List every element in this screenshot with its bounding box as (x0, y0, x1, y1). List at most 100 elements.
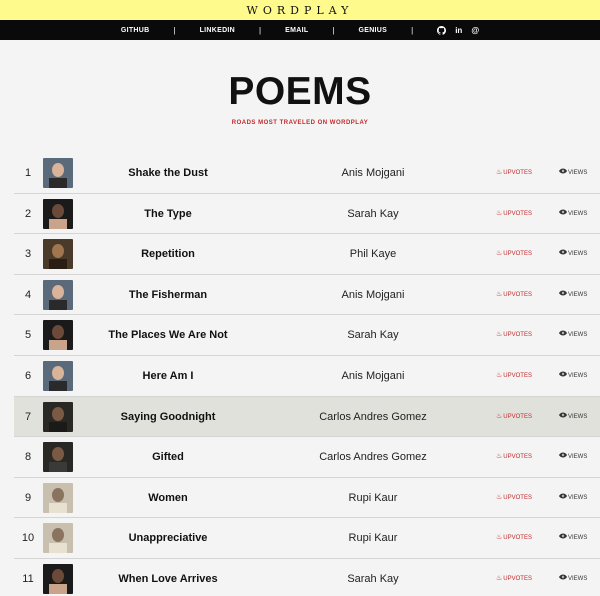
poem-title[interactable]: When Love Arrives (74, 559, 262, 596)
top-nav: GITHUB | LINKEDIN | EMAIL | GENIUS | in … (0, 20, 600, 40)
poem-rank: 9 (24, 491, 32, 504)
github-icon[interactable] (437, 25, 447, 35)
poem-row[interactable]: 8 Gifted Carlos Andres Gomez ♨ UPVOTES VIEWS (14, 437, 600, 478)
views-label: VIEWS (568, 372, 588, 379)
poem-author[interactable]: Rupi Kaur (283, 518, 463, 558)
upvote-button[interactable]: ♨ UPVOTES (496, 234, 532, 274)
brand-bar: WORDPLAY (0, 0, 600, 20)
views-button[interactable]: VIEWS (559, 559, 587, 596)
views-label: VIEWS (568, 291, 588, 298)
poem-author[interactable]: Anis Mojgani (283, 275, 463, 315)
poet-thumbnail[interactable] (43, 442, 73, 473)
poet-thumbnail[interactable] (43, 360, 73, 391)
poet-thumbnail[interactable] (43, 158, 73, 188)
hero: POEMS ROADS MOST TRAVELED ON WORDPLAY (0, 40, 600, 152)
upvotes-label: UPVOTES (503, 372, 532, 379)
poem-rank: 10 (21, 532, 35, 545)
poem-row[interactable]: 1 Shake the Dust Anis Mojgani ♨ UPVOTES VIEWS (14, 153, 600, 194)
poem-title[interactable]: Women (74, 478, 262, 518)
flame-icon: ♨ (496, 493, 503, 501)
views-label: VIEWS (568, 332, 588, 339)
poet-thumbnail[interactable] (43, 523, 73, 554)
nav-separator: | (259, 25, 262, 35)
views-button[interactable]: VIEWS (559, 234, 587, 274)
poem-author[interactable]: Carlos Andres Gomez (283, 397, 463, 437)
poet-thumbnail[interactable] (43, 279, 73, 310)
upvote-button[interactable]: ♨ UPVOTES (496, 397, 532, 437)
poem-author[interactable]: Rupi Kaur (283, 478, 463, 518)
upvote-button[interactable]: ♨ UPVOTES (496, 275, 532, 315)
poet-thumbnail[interactable] (43, 239, 73, 270)
upvote-button[interactable]: ♨ UPVOTES (496, 194, 532, 234)
poem-row[interactable]: 7 Saying Goodnight Carlos Andres Gomez ♨ UPV… (14, 396, 600, 438)
poem-title[interactable]: The Places We Are Not (74, 315, 262, 355)
poem-row[interactable]: 6 Here Am I Anis Mojgani ♨ UPVOTES VIEWS (14, 356, 600, 397)
nav-link-email[interactable]: EMAIL (285, 27, 308, 34)
upvote-button[interactable]: ♨ UPVOTES (496, 153, 532, 193)
poem-rank: 11 (22, 572, 34, 585)
poem-rank: 5 (24, 329, 32, 342)
poem-row[interactable]: 5 The Places We Are Not Sarah Kay ♨ UPVOTES V… (14, 315, 600, 356)
poem-author[interactable]: Phil Kaye (283, 234, 463, 274)
views-button[interactable]: VIEWS (559, 315, 587, 355)
views-button[interactable]: VIEWS (559, 397, 587, 437)
poem-row[interactable]: 4 The Fisherman Anis Mojgani ♨ UPVOTES VIEWS (14, 275, 600, 316)
poem-title[interactable]: Saying Goodnight (74, 397, 262, 437)
linkedin-icon[interactable]: in (455, 26, 462, 35)
upvote-button[interactable]: ♨ UPVOTES (496, 559, 532, 596)
views-button[interactable]: VIEWS (559, 153, 587, 193)
poem-row[interactable]: 2 The Type Sarah Kay ♨ UPVOTES VIEWS (14, 194, 600, 235)
poem-row[interactable]: 11 When Love Arrives Sarah Kay ♨ UPVOTES VIEW… (14, 559, 600, 596)
views-button[interactable]: VIEWS (559, 437, 587, 477)
upvote-button[interactable]: ♨ UPVOTES (496, 356, 532, 396)
poem-row[interactable]: 3 Repetition Phil Kaye ♨ UPVOTES VIEWS (14, 234, 600, 275)
upvote-button[interactable]: ♨ UPVOTES (496, 478, 532, 518)
poem-author[interactable]: Sarah Kay (283, 315, 463, 355)
brand-logo[interactable]: WORDPLAY (247, 4, 354, 17)
nav-separator: | (332, 25, 335, 35)
poem-rank: 7 (24, 410, 32, 423)
views-button[interactable]: VIEWS (559, 275, 587, 315)
poem-title[interactable]: Here Am I (74, 356, 262, 396)
poem-title[interactable]: Unappreciative (74, 518, 262, 558)
poem-row[interactable]: 10 Unappreciative Rupi Kaur ♨ UPVOTES VIEWS (14, 518, 600, 559)
upvote-button[interactable]: ♨ UPVOTES (496, 437, 532, 477)
upvote-button[interactable]: ♨ UPVOTES (496, 315, 532, 355)
upvotes-label: UPVOTES (503, 535, 532, 542)
views-button[interactable]: VIEWS (559, 356, 587, 396)
poet-thumbnail[interactable] (43, 563, 73, 594)
flame-icon: ♨ (496, 574, 503, 582)
views-button[interactable]: VIEWS (559, 518, 587, 558)
nav-link-genius[interactable]: GENIUS (358, 27, 387, 34)
poem-author[interactable]: Anis Mojgani (283, 153, 463, 193)
poem-author[interactable]: Anis Mojgani (283, 356, 463, 396)
poet-thumbnail[interactable] (43, 482, 73, 513)
eye-icon (559, 315, 567, 355)
views-button[interactable]: VIEWS (559, 478, 587, 518)
poet-thumbnail[interactable] (43, 198, 73, 229)
flame-icon: ♨ (496, 534, 503, 542)
flame-icon: ♨ (496, 331, 503, 339)
poem-title[interactable]: The Fisherman (74, 275, 262, 315)
at-icon[interactable]: @ (471, 26, 479, 35)
eye-icon (559, 356, 567, 396)
views-button[interactable]: VIEWS (559, 194, 587, 234)
poem-author[interactable]: Sarah Kay (283, 559, 463, 596)
upvote-button[interactable]: ♨ UPVOTES (496, 518, 532, 558)
poem-rank: 4 (24, 288, 32, 301)
nav-link-github[interactable]: GITHUB (121, 27, 150, 34)
poem-author[interactable]: Sarah Kay (283, 194, 463, 234)
poem-row[interactable]: 9 Women Rupi Kaur ♨ UPVOTES VIEWS (14, 478, 600, 519)
views-label: VIEWS (568, 210, 588, 217)
poem-author[interactable]: Carlos Andres Gomez (283, 437, 463, 477)
poet-thumbnail[interactable] (43, 401, 73, 432)
poet-thumbnail[interactable] (43, 320, 73, 351)
eye-icon (559, 478, 567, 518)
poem-title[interactable]: Shake the Dust (74, 153, 262, 193)
poem-title[interactable]: The Type (74, 194, 262, 234)
poem-title[interactable]: Repetition (74, 234, 262, 274)
poem-title[interactable]: Gifted (74, 437, 262, 477)
nav-link-linkedin[interactable]: LINKEDIN (200, 27, 235, 34)
eye-icon (559, 153, 567, 193)
nav-separator: | (173, 25, 176, 35)
